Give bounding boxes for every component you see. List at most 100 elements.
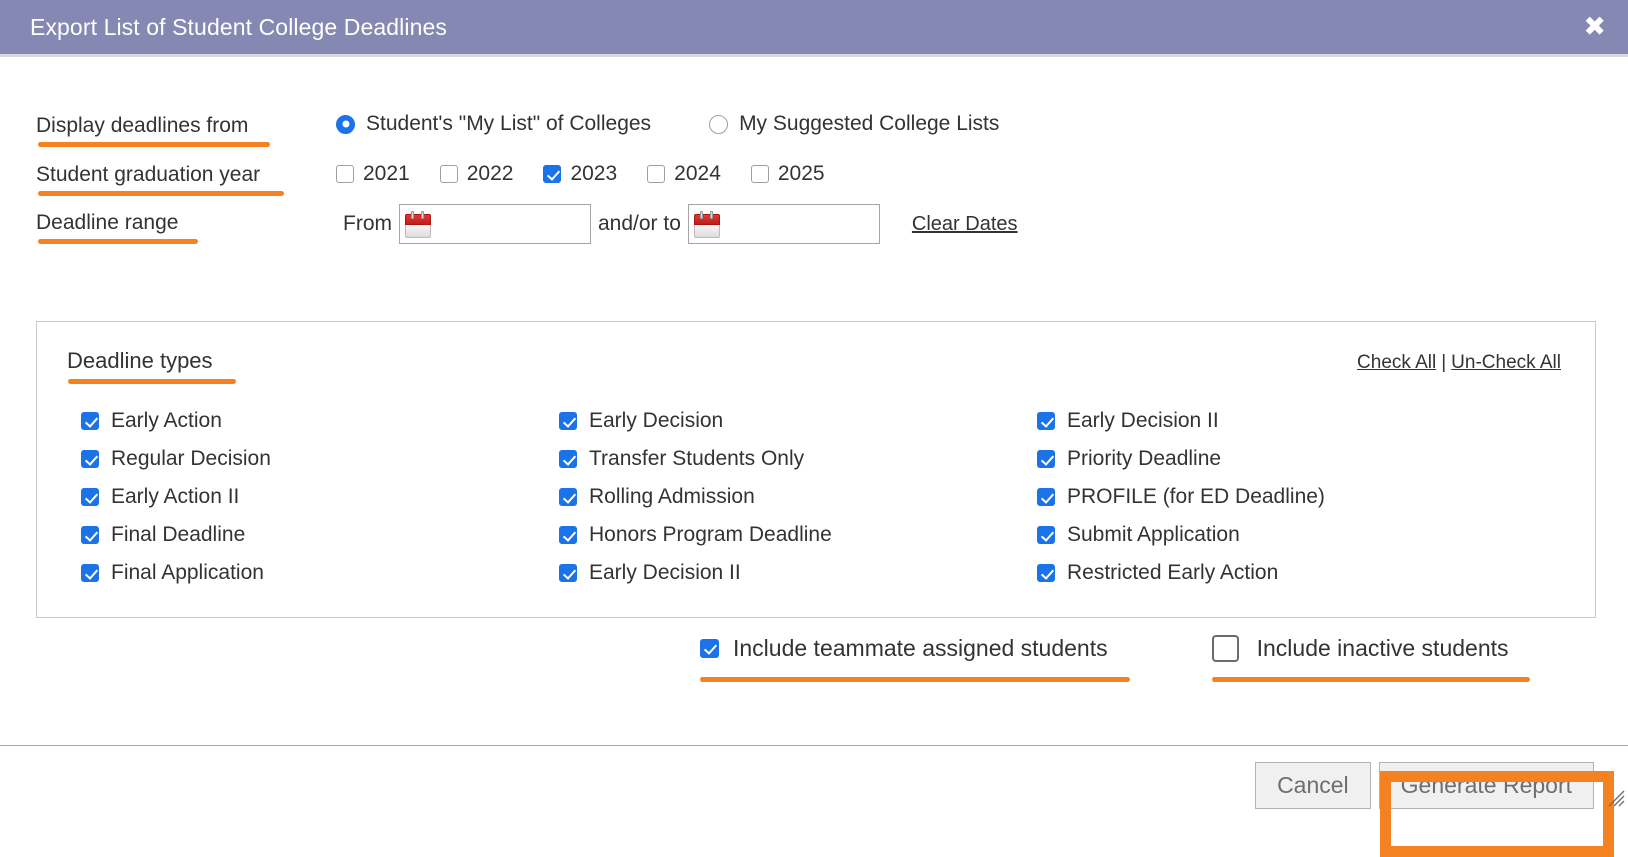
- checkbox-final-deadline[interactable]: Final Deadline: [81, 516, 559, 554]
- dialog-titlebar: Export List of Student College Deadlines…: [0, 0, 1628, 57]
- year-label-2025: 2025: [778, 162, 825, 186]
- graduation-year-checkbox-group: 2021 2022 2023 2024 2025: [336, 162, 825, 186]
- type-label: Early Action: [111, 409, 222, 433]
- links-separator: |: [1436, 352, 1451, 373]
- type-label: Early Decision: [589, 409, 723, 433]
- check-all-links: Check All|Un-Check All: [1357, 352, 1561, 374]
- type-label: Final Deadline: [111, 523, 245, 547]
- date-to-input[interactable]: [688, 204, 880, 244]
- checkbox-icon-checked: [1037, 488, 1055, 506]
- checkbox-icon-checked: [700, 639, 719, 658]
- deadline-range-label-text: Deadline range: [36, 211, 178, 234]
- radio-icon-unchecked: [709, 115, 728, 134]
- deadline-types-column-3: Early Decision II Priority Deadline PROF…: [1037, 402, 1515, 592]
- checkbox-early-decision[interactable]: Early Decision: [559, 402, 1037, 440]
- checkbox-profile-for-ed-deadline[interactable]: PROFILE (for ED Deadline): [1037, 478, 1515, 516]
- type-label: Restricted Early Action: [1067, 561, 1278, 585]
- checkbox-icon-checked: [559, 526, 577, 544]
- checkbox-year-2023[interactable]: 2023: [543, 162, 617, 186]
- checkbox-icon-checked: [559, 450, 577, 468]
- checkbox-icon-checked: [543, 165, 561, 183]
- type-label: Early Decision II: [589, 561, 741, 585]
- radio-label-student-my-list: Student's "My List" of Colleges: [366, 112, 651, 136]
- calendar-icon: [694, 211, 720, 238]
- checkbox-icon-checked: [81, 564, 99, 582]
- checkbox-restricted-early-action[interactable]: Restricted Early Action: [1037, 554, 1515, 592]
- radio-my-suggested-lists[interactable]: My Suggested College Lists: [709, 112, 999, 136]
- deadline-types-title-text: Deadline types: [67, 348, 213, 373]
- include-options-row: Include teammate assigned students Inclu…: [0, 635, 1628, 662]
- checkbox-icon-checked: [81, 488, 99, 506]
- checkbox-early-decision-ii-col2[interactable]: Early Decision II: [559, 554, 1037, 592]
- annotation-underline-include-teammate: [700, 677, 1130, 682]
- year-label-2024: 2024: [674, 162, 721, 186]
- checkbox-early-action-ii[interactable]: Early Action II: [81, 478, 559, 516]
- type-label: Regular Decision: [111, 447, 271, 471]
- display-deadlines-from-label-text: Display deadlines from: [36, 114, 248, 137]
- annotation-underline-include-inactive: [1212, 677, 1530, 682]
- display-deadlines-from-row: Display deadlines from Student's "My Lis…: [0, 57, 1628, 136]
- checkbox-regular-decision[interactable]: Regular Decision: [81, 440, 559, 478]
- checkbox-early-decision-ii-col3[interactable]: Early Decision II: [1037, 402, 1515, 440]
- cancel-button[interactable]: Cancel: [1255, 762, 1371, 809]
- type-label: Early Action II: [111, 485, 239, 509]
- deadline-range-label: Deadline range: [36, 212, 336, 233]
- deadline-range-row: Deadline range From and/or to: [0, 186, 1628, 244]
- uncheck-all-link[interactable]: Un-Check All: [1451, 352, 1561, 373]
- deadline-types-panel: Deadline types Check All|Un-Check All Ea…: [36, 321, 1596, 618]
- checkbox-icon-checked: [559, 488, 577, 506]
- check-all-link[interactable]: Check All: [1357, 352, 1436, 373]
- checkbox-early-action[interactable]: Early Action: [81, 402, 559, 440]
- checkbox-honors-program-deadline[interactable]: Honors Program Deadline: [559, 516, 1037, 554]
- date-from-input[interactable]: [399, 204, 591, 244]
- checkbox-icon-checked: [559, 412, 577, 430]
- checkbox-icon-checked: [559, 564, 577, 582]
- display-from-radio-group: Student's "My List" of Colleges My Sugge…: [336, 112, 999, 136]
- checkbox-year-2021[interactable]: 2021: [336, 162, 410, 186]
- checkbox-icon-unchecked: [440, 165, 458, 183]
- checkbox-include-inactive-students[interactable]: Include inactive students: [1212, 635, 1509, 662]
- checkbox-icon-unchecked: [647, 165, 665, 183]
- checkbox-icon-unchecked: [751, 165, 769, 183]
- dialog-body: Display deadlines from Student's "My Lis…: [0, 57, 1628, 810]
- type-label: Priority Deadline: [1067, 447, 1221, 471]
- include-inactive-label: Include inactive students: [1257, 635, 1509, 662]
- footer-separator: [0, 745, 1628, 746]
- year-label-2021: 2021: [363, 162, 410, 186]
- checkbox-rolling-admission[interactable]: Rolling Admission: [559, 478, 1037, 516]
- checkbox-icon-checked: [81, 450, 99, 468]
- checkbox-icon-checked: [1037, 450, 1055, 468]
- graduation-year-row: Student graduation year 2021 2022 2023: [0, 136, 1628, 186]
- calendar-icon: [405, 211, 431, 238]
- checkbox-final-application[interactable]: Final Application: [81, 554, 559, 592]
- clear-dates-link[interactable]: Clear Dates: [912, 213, 1018, 236]
- type-label: Transfer Students Only: [589, 447, 804, 471]
- display-deadlines-from-label: Display deadlines from: [36, 115, 336, 136]
- type-label: Final Application: [111, 561, 264, 585]
- deadline-types-column-1: Early Action Regular Decision Early Acti…: [81, 402, 559, 592]
- graduation-year-label-text: Student graduation year: [36, 163, 260, 186]
- checkbox-submit-application[interactable]: Submit Application: [1037, 516, 1515, 554]
- deadline-range-controls: From and/or to: [336, 204, 1018, 244]
- checkbox-icon-checked: [81, 412, 99, 430]
- checkbox-priority-deadline[interactable]: Priority Deadline: [1037, 440, 1515, 478]
- deadline-types-columns: Early Action Regular Decision Early Acti…: [37, 374, 1595, 592]
- generate-report-button[interactable]: Generate Report: [1379, 762, 1594, 809]
- graduation-year-label: Student graduation year: [36, 164, 336, 185]
- checkbox-include-teammate-assigned-students[interactable]: Include teammate assigned students: [700, 635, 1108, 662]
- resize-grip[interactable]: [1606, 788, 1626, 808]
- checkbox-transfer-students-only[interactable]: Transfer Students Only: [559, 440, 1037, 478]
- export-deadlines-dialog: Export List of Student College Deadlines…: [0, 0, 1628, 810]
- deadline-types-title: Deadline types: [67, 350, 213, 372]
- checkbox-year-2025[interactable]: 2025: [751, 162, 825, 186]
- type-label: Early Decision II: [1067, 409, 1219, 433]
- radio-icon-checked: [336, 115, 355, 134]
- checkbox-year-2022[interactable]: 2022: [440, 162, 514, 186]
- close-icon[interactable]: ✖: [1583, 14, 1606, 41]
- dialog-footer: Cancel Generate Report: [0, 762, 1628, 809]
- checkbox-year-2024[interactable]: 2024: [647, 162, 721, 186]
- checkbox-icon-unchecked: [1212, 635, 1239, 662]
- year-label-2023: 2023: [570, 162, 617, 186]
- from-label: From: [336, 212, 399, 236]
- radio-student-my-list[interactable]: Student's "My List" of Colleges: [336, 112, 651, 136]
